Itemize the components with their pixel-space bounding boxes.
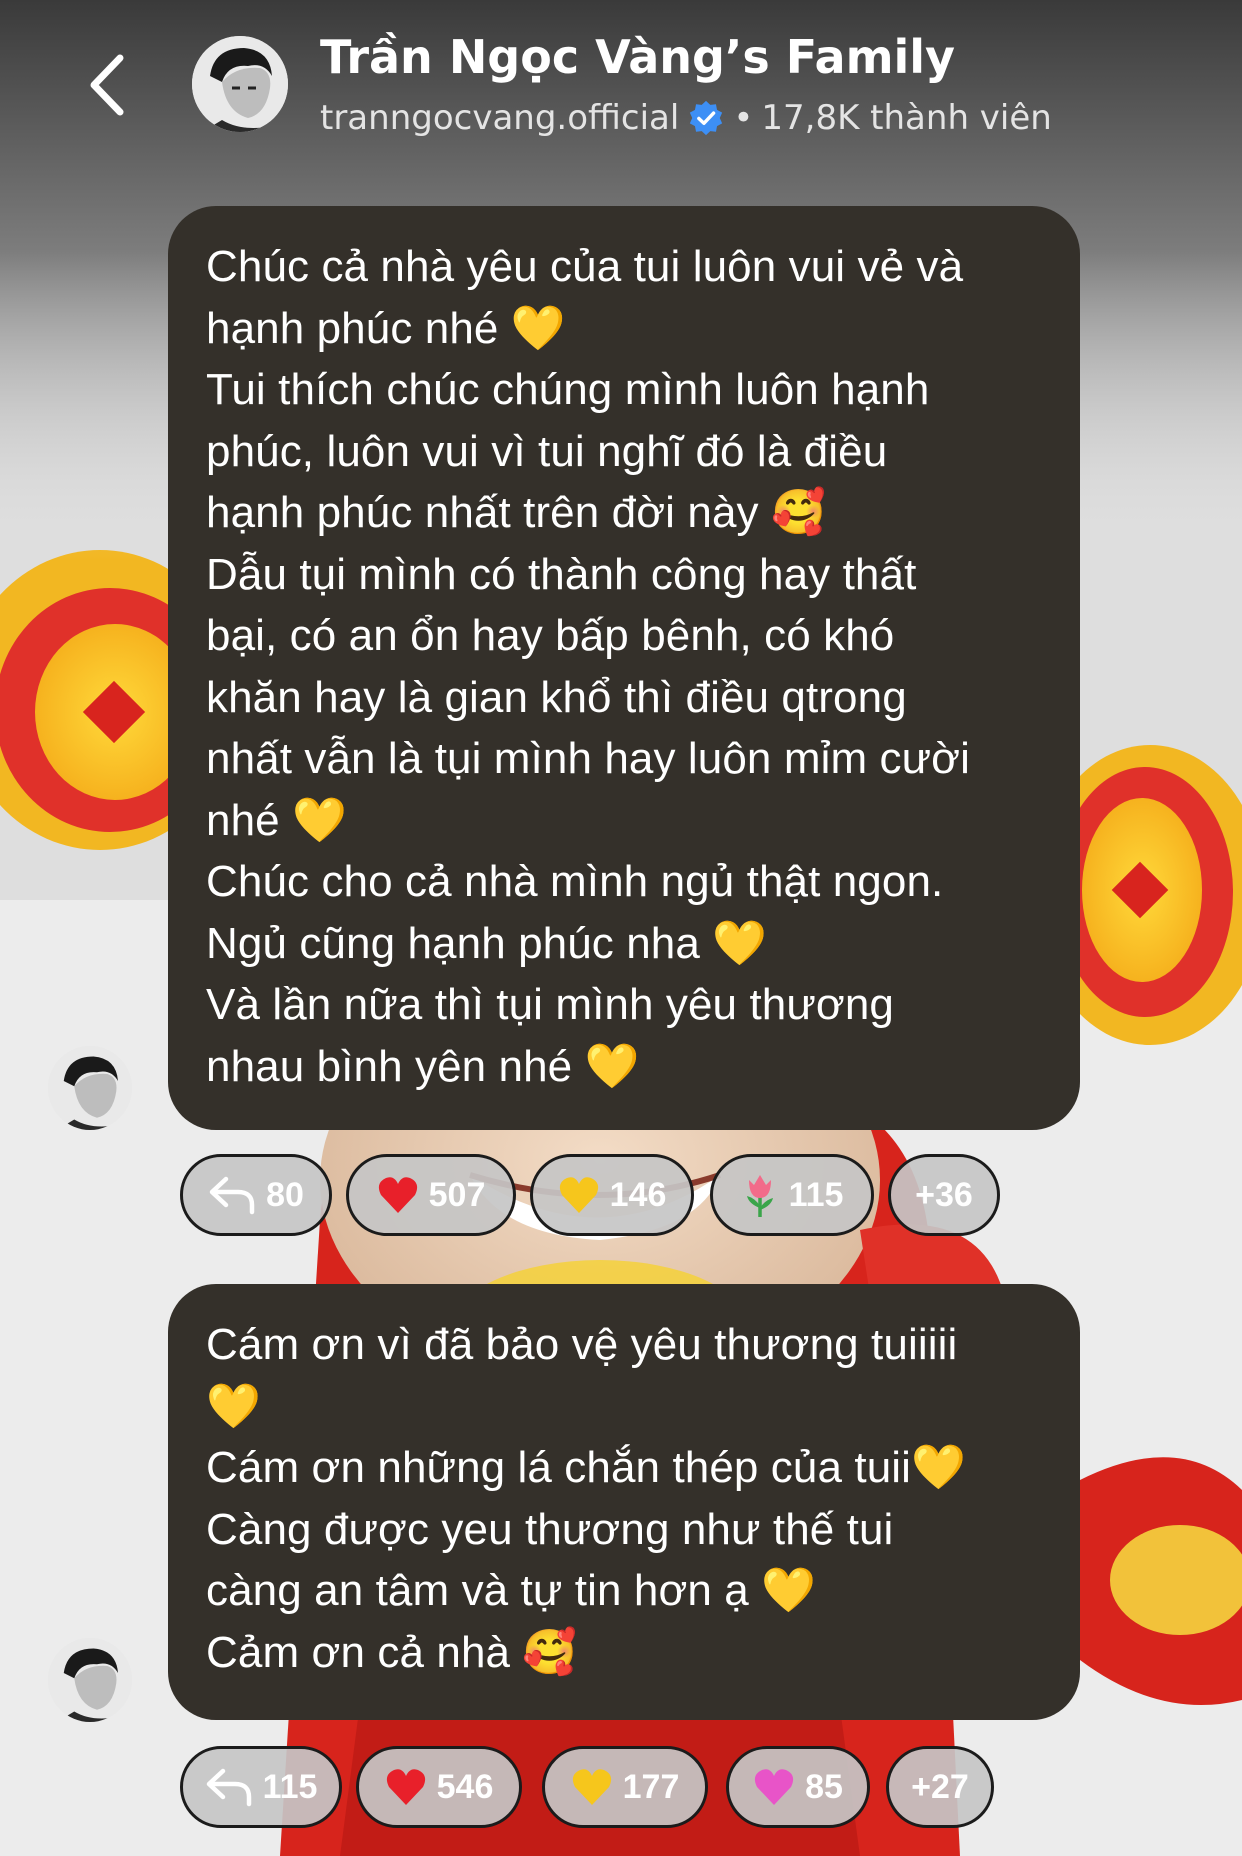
verified-badge-icon (690, 100, 723, 136)
message-line: nhau bình yên nhé 💛 (206, 1041, 640, 1091)
pink-heart-icon (754, 1769, 794, 1805)
reply-count-chip[interactable]: 115 (180, 1746, 342, 1828)
channel-handle: tranngocvang.official (320, 98, 680, 138)
reply-count-chip[interactable]: 80 (180, 1154, 332, 1236)
message-line: khăn hay là gian khổ thì điều qtrong (206, 672, 907, 722)
more-reactions-count: +36 (915, 1175, 973, 1214)
more-reactions-count: +27 (911, 1767, 969, 1806)
subtitle-separator: • (733, 98, 754, 138)
message-line: nhất vẫn là tụi mình hay luôn mỉm cười (206, 734, 971, 783)
chevron-left-icon (90, 54, 124, 116)
message-line: càng an tâm và tự tin hơn ạ 💛 (206, 1566, 817, 1615)
reaction-chip-red-heart[interactable]: 507 (346, 1154, 516, 1236)
more-reactions-chip[interactable]: +36 (888, 1154, 1000, 1236)
gold-ingot-decoration (1080, 1457, 1242, 1705)
reply-icon (206, 1768, 251, 1807)
reaction-chip-yellow-heart[interactable]: 177 (542, 1746, 708, 1828)
profile-photo-icon (48, 1638, 132, 1722)
message-line: hạnh phúc nhé 💛 (206, 303, 566, 353)
reply-count: 80 (266, 1175, 304, 1214)
channel-title[interactable]: Trần Ngọc Vàng’s Family (320, 30, 955, 84)
red-heart-icon (386, 1769, 425, 1805)
message-line: 💛 (206, 1381, 261, 1431)
message-line: Càng được yeu thương như thế tui (206, 1504, 894, 1554)
yellow-heart-icon (559, 1177, 598, 1213)
yellow-heart-icon (572, 1769, 611, 1805)
tulip-icon (746, 1175, 773, 1217)
message-bubble[interactable]: Cám ơn vì đã bảo vệ yêu thương tuiiiii 💛… (168, 1284, 1080, 1720)
red-heart-icon (378, 1177, 417, 1213)
reaction-count: 146 (609, 1175, 667, 1214)
message-line: nhé 💛 (206, 795, 347, 845)
channel-avatar[interactable] (192, 36, 288, 132)
message-line: Chúc cả nhà yêu của tui luôn vui vẻ và (206, 242, 964, 291)
reaction-count: 546 (436, 1767, 494, 1806)
reaction-chip-red-heart[interactable]: 546 (356, 1746, 522, 1828)
reaction-count: 115 (788, 1175, 844, 1214)
reply-count: 115 (262, 1767, 318, 1806)
message-line: Cảm ơn cả nhà 🥰 (206, 1627, 578, 1677)
back-button[interactable] (78, 50, 134, 120)
reaction-chip-yellow-heart[interactable]: 146 (530, 1154, 694, 1236)
profile-photo-icon (192, 36, 288, 132)
member-count: 17,8K thành viên (761, 98, 1052, 138)
channel-subtitle: tranngocvang.official • 17,8K thành viên (320, 96, 1052, 140)
message-line: Ngủ cũng hạnh phúc nha 💛 (206, 918, 768, 968)
reaction-chip-tulip[interactable]: 115 (710, 1154, 874, 1236)
sender-avatar[interactable] (48, 1638, 132, 1722)
reaction-count: 507 (428, 1175, 486, 1214)
message-line: bại, có an ổn hay bấp bênh, có khó (206, 611, 895, 660)
message-line: Chúc cho cả nhà mình ngủ thật ngon. (206, 857, 944, 906)
message-line: phúc, luôn vui vì tui nghĩ đó là điều (206, 426, 888, 476)
message-line: Tui thích chúc chúng mình luôn hạnh (206, 365, 930, 414)
sender-avatar[interactable] (48, 1046, 132, 1130)
chat-header: Trần Ngọc Vàng’s Family tranngocvang.off… (0, 0, 1242, 150)
profile-photo-icon (48, 1046, 132, 1130)
message-line: Cám ơn những lá chắn thép của tuii💛 (206, 1443, 966, 1492)
reaction-chip-pink-heart[interactable]: 85 (726, 1746, 870, 1828)
message-line: Và lần nữa thì tụi mình yêu thương (206, 980, 894, 1029)
reply-icon (209, 1176, 255, 1215)
message-line: hạnh phúc nhất trên đời này 🥰 (206, 488, 826, 537)
reaction-count: 85 (805, 1767, 843, 1806)
reaction-count: 177 (622, 1767, 680, 1806)
more-reactions-chip[interactable]: +27 (886, 1746, 994, 1828)
message-line: Dẫu tụi mình có thành công hay thất (206, 549, 917, 599)
message-line: Cám ơn vì đã bảo vệ yêu thương tuiiiii (206, 1320, 958, 1369)
message-bubble[interactable]: Chúc cả nhà yêu của tui luôn vui vẻ và h… (168, 206, 1080, 1130)
